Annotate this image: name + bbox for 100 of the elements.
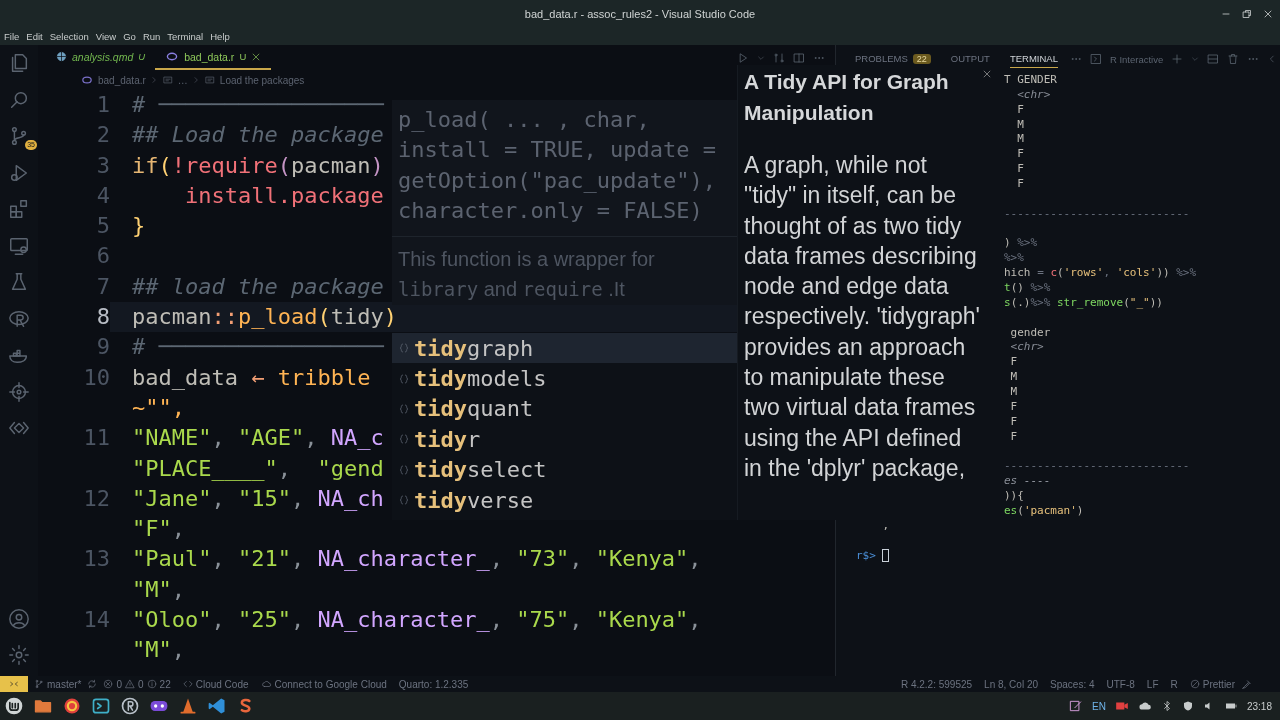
menu-item[interactable]: Help [210, 31, 235, 42]
count-badge: 22 [912, 53, 931, 64]
status-item[interactable]: Prettier [1183, 678, 1241, 690]
menu-item[interactable]: Run [142, 31, 166, 42]
terminal-line: F [1016, 162, 1024, 176]
suggestion-item[interactable]: tidyselect [392, 454, 737, 485]
status-item[interactable]: Spaces: 4 [1044, 678, 1101, 690]
status-item[interactable]: Ln 8, Col 20 [978, 678, 1045, 690]
code-editor-icon[interactable] [207, 696, 227, 716]
line-number: 5 [95, 212, 110, 241]
info-count: 22 [159, 678, 171, 690]
line-number: 10 [82, 363, 110, 392]
suggestion-item[interactable]: tidyverse [392, 484, 737, 516]
settings-icon[interactable] [8, 644, 30, 666]
terminal-line: F [1009, 355, 1018, 369]
panel-tab[interactable]: OUTPUT [950, 50, 990, 68]
status-item[interactable]: R 4.2.2: 599525 [894, 678, 979, 690]
terminal-line: M [1009, 370, 1018, 384]
terminal-line: T GENDER [1004, 73, 1057, 86]
code-line: "Jane", "15", NA_ch [132, 485, 384, 511]
split-panel-icon[interactable] [1207, 53, 1220, 65]
terminal-line: F [1016, 102, 1024, 116]
menu-item[interactable]: Terminal [167, 31, 209, 42]
compare-icon[interactable] [773, 51, 785, 64]
terminal-line: es ---- [1004, 474, 1051, 488]
branch-status[interactable]: master* [28, 678, 88, 690]
editor-tab[interactable]: bad_data.r U [155, 45, 272, 70]
close-icon[interactable] [982, 69, 992, 79]
menu-item[interactable]: View [95, 31, 122, 42]
braces-icon [398, 433, 410, 446]
sync-icon[interactable] [87, 679, 98, 689]
code-line: ## Load the package [132, 122, 384, 148]
suggestion-item[interactable]: tidygraph [392, 333, 737, 364]
info-icon [146, 679, 157, 689]
symbol-icon [203, 75, 216, 85]
code-line: "M", [132, 637, 185, 663]
clock[interactable]: 23:18 [1246, 700, 1272, 712]
status-item[interactable]: Cloud Code [176, 678, 255, 690]
chevron-right-icon [191, 76, 200, 84]
status-item[interactable]: Quarto: 1.2.335 [392, 678, 475, 690]
braces-icon [398, 402, 410, 415]
braces-icon [398, 372, 410, 385]
terminal-line: ---------------------------- [1004, 206, 1190, 220]
r-file-icon [165, 51, 180, 62]
suggestion-item[interactable]: tidymodels [392, 363, 737, 394]
terminal-line: gender [1009, 325, 1051, 339]
keyboard-language[interactable]: EN [1092, 700, 1106, 712]
code-line: } [132, 213, 146, 239]
run-icon[interactable] [737, 51, 749, 64]
edit-note-icon[interactable] [1069, 699, 1084, 713]
code-line: pacman::p_load(tidy) [132, 304, 397, 330]
shield-icon[interactable] [1181, 700, 1194, 712]
doc-text: A graph, while not "tidy" in itself, can be thought of as two tidy data frames describing node and edge data respectively. 'tidygraph' provides an approach to manipulate these two virtual data frames using the API defined in the 'dplyr' package, [744, 151, 980, 483]
status-item[interactable]: Connect to Google Cloud [254, 678, 393, 690]
warning-icon [125, 679, 135, 689]
suggestion-item[interactable]: tidyquant [392, 393, 737, 425]
signature-line: p_load( ... , char, [398, 106, 651, 134]
status-item[interactable]: LF [1140, 678, 1165, 690]
mint-menu-icon[interactable] [4, 696, 24, 716]
ring-logo-icon[interactable] [120, 696, 140, 716]
plus-icon[interactable] [1171, 53, 1184, 65]
suggestion-item[interactable]: tidyr [392, 424, 737, 455]
menu-item[interactable]: File [4, 31, 25, 42]
terminal-line: , [881, 518, 890, 532]
doc-title: A Tidy API for Graph Manipulation [744, 69, 950, 126]
close-icon[interactable] [1262, 8, 1274, 20]
line-number: 11 [82, 424, 110, 453]
terminal-line: F [1009, 414, 1018, 428]
restore-icon[interactable] [1241, 8, 1253, 20]
line-number: 12 [82, 484, 110, 513]
problems-status[interactable]: 0 0 22 [97, 678, 177, 690]
braces-icon [398, 494, 410, 507]
status-item[interactable]: UTF-8 [1100, 678, 1141, 690]
r-file-icon [80, 75, 94, 85]
warning-count: 0 [138, 678, 144, 690]
remote-icon [9, 679, 19, 689]
trash-icon[interactable] [1227, 53, 1240, 65]
extensions-icon[interactable] [8, 198, 30, 220]
terminal-line: <chr> [1009, 340, 1044, 354]
status-item[interactable]: R [1164, 678, 1184, 690]
terminal-line: s(.)%>% str_remove("_")) [1004, 295, 1163, 309]
terminal-app-icon[interactable] [91, 696, 111, 716]
signature-line: getOption("pac_update"), [398, 166, 717, 195]
panel-tab[interactable]: TERMINAL [1009, 50, 1058, 68]
globe-icon [56, 51, 67, 62]
split-editor-icon[interactable] [793, 51, 805, 64]
menu-item[interactable]: Selection [49, 31, 94, 42]
close-icon[interactable] [251, 51, 262, 62]
editor-tab[interactable]: analysis.qmd U [46, 45, 156, 70]
chevron-right-icon [149, 76, 158, 84]
menu-item[interactable]: Go [123, 31, 141, 42]
code-line: "PLACE____", "gend [132, 455, 384, 481]
cloud-icon[interactable] [1137, 699, 1152, 713]
account-icon[interactable] [8, 608, 30, 630]
terminal-line: F [1009, 399, 1018, 413]
terminal-prompt: r$> [856, 548, 876, 564]
terminal-line: hich = c('rows', 'cols')) %>% [1004, 266, 1197, 280]
menu-item[interactable]: Edit [26, 31, 48, 42]
line-number: 7 [95, 272, 110, 301]
line-number: 4 [95, 181, 110, 210]
